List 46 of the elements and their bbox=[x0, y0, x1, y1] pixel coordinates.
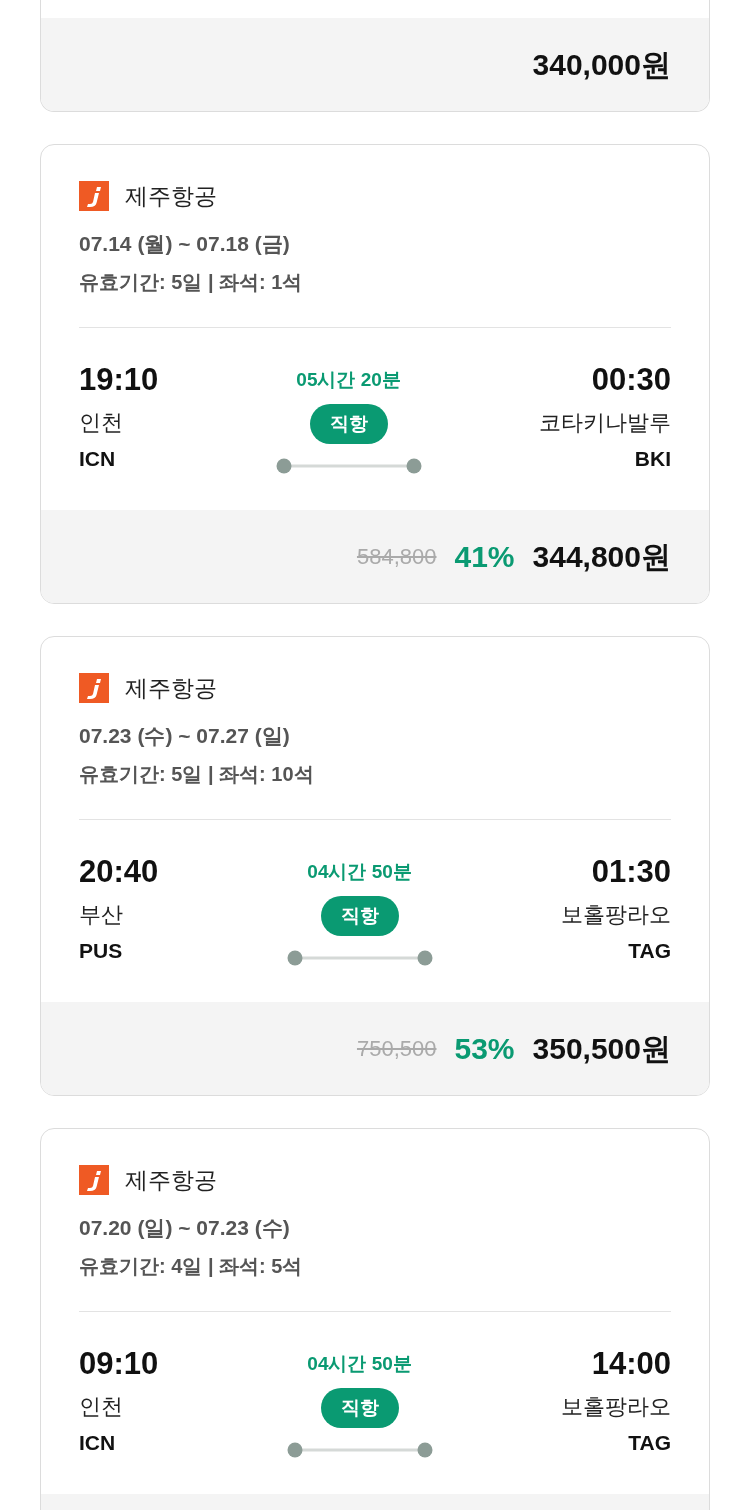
arrival-city: 보홀팡라오 bbox=[561, 1393, 671, 1421]
airline-logo-icon bbox=[79, 1165, 109, 1195]
sale-price: 350,500원 bbox=[532, 1031, 671, 1067]
flight-card[interactable]: 제주항공 07.20 (일) ~ 07.23 (수) 유효기간: 4일 | 좌석: 5석 09:10 인천 ICN 04시간 50분 직항 14:00 보홀팡라오 TAG bbox=[40, 1128, 710, 1510]
direct-flight-badge: 직항 bbox=[320, 896, 399, 936]
departure-city: 부산 bbox=[79, 901, 123, 929]
sale-price: 344,800원 bbox=[532, 539, 671, 575]
flight-card[interactable]: 제주항공 07.23 (수) ~ 07.27 (일) 유효기간: 5일 | 좌석: 10석 20:40 부산 PUS 04시간 50분 직항 01:30 보홀팡라오 TAG 750,500 53% 350,500원 bbox=[40, 636, 710, 1096]
departure-code: ICN bbox=[79, 446, 116, 472]
original-price: 750,500 bbox=[356, 1035, 437, 1063]
flight-duration: 04시간 50분 bbox=[307, 1352, 412, 1376]
discount-rate: 53% bbox=[454, 1031, 515, 1067]
arrival-city: 보홀팡라오 bbox=[561, 901, 671, 929]
departure-code: ICN bbox=[79, 1430, 116, 1456]
airline-name: 제주항공 bbox=[125, 1166, 217, 1195]
arrival-code: TAG bbox=[628, 1430, 671, 1456]
airline-name: 제주항공 bbox=[125, 182, 217, 211]
departure-city: 인천 bbox=[79, 409, 123, 437]
direct-flight-badge: 직항 bbox=[320, 1388, 399, 1428]
original-price: 584,800 bbox=[356, 543, 437, 571]
validity-seats: 유효기간: 5일 | 좌석: 10석 bbox=[79, 757, 671, 791]
flight-card[interactable]: 제주항공 07.14 (월) ~ 07.18 (금) 유효기간: 5일 | 좌석: 1석 19:10 인천 ICN 05시간 20분 직항 00:30 코타키나발루 BKI 584,800 41% 344,800원 bbox=[40, 144, 710, 604]
flight-duration: 04시간 50분 bbox=[307, 860, 412, 884]
travel-dates: 07.23 (수) ~ 07.27 (일) bbox=[79, 723, 291, 749]
travel-dates: 07.14 (월) ~ 07.18 (금) bbox=[79, 231, 291, 257]
airline-logo-icon bbox=[79, 181, 109, 211]
airline-name: 제주항공 bbox=[125, 674, 217, 703]
departure-city: 인천 bbox=[79, 1393, 123, 1421]
arrival-code: BKI bbox=[634, 446, 671, 472]
validity-seats: 유효기간: 5일 | 좌석: 1석 bbox=[79, 265, 671, 299]
airline-logo-icon bbox=[79, 673, 109, 703]
arrival-time: 01:30 bbox=[591, 853, 671, 891]
arrival-city: 코타키나발루 bbox=[539, 409, 671, 437]
arrival-time: 14:00 bbox=[591, 1345, 671, 1383]
departure-code: PUS bbox=[79, 938, 123, 964]
departure-time: 09:10 bbox=[79, 1345, 159, 1383]
flight-duration: 05시간 20분 bbox=[296, 368, 401, 392]
discount-rate: 41% bbox=[454, 539, 515, 575]
departure-time: 20:40 bbox=[79, 853, 159, 891]
arrival-code: TAG bbox=[628, 938, 671, 964]
sale-price: 340,000원 bbox=[532, 47, 671, 83]
departure-time: 19:10 bbox=[79, 361, 159, 399]
validity-seats: 유효기간: 4일 | 좌석: 5석 bbox=[79, 1249, 671, 1283]
direct-flight-badge: 직항 bbox=[309, 404, 388, 444]
travel-dates: 07.20 (일) ~ 07.23 (수) bbox=[79, 1215, 291, 1241]
arrival-time: 00:30 bbox=[591, 361, 671, 399]
